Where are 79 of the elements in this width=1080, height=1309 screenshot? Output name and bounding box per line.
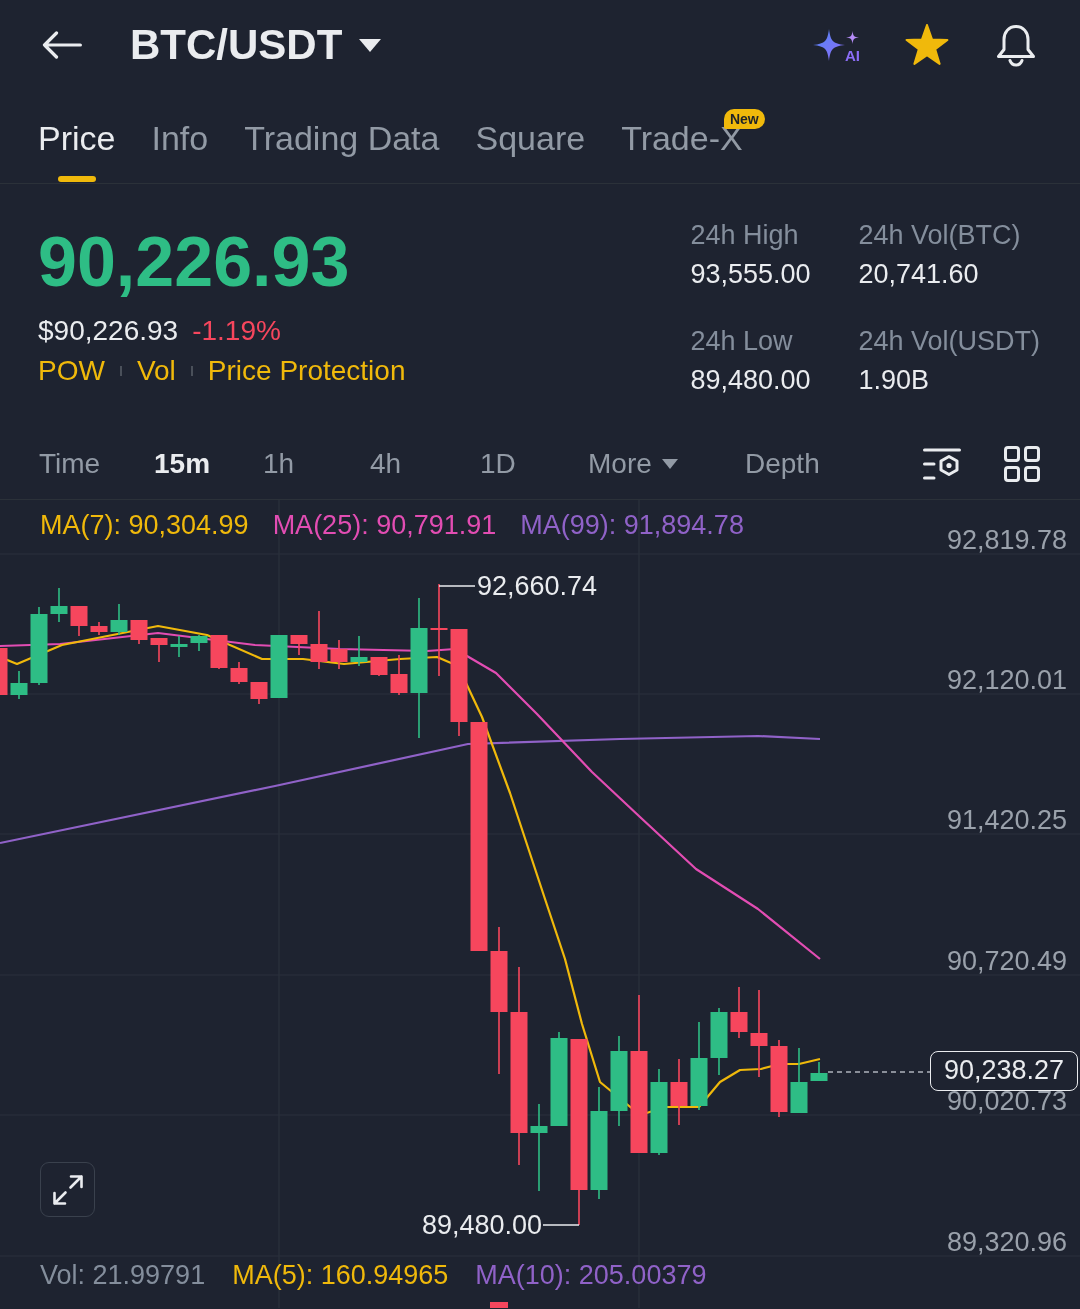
candle xyxy=(810,1061,828,1082)
leader-line xyxy=(438,585,476,587)
tab[interactable]: Info xyxy=(151,90,209,183)
stat-value: 1.90B xyxy=(858,363,929,397)
axis-label: 90,720.49 xyxy=(946,946,1067,976)
high-price-label: 92,660.74 xyxy=(477,571,598,601)
candle xyxy=(90,621,108,636)
candle xyxy=(250,681,268,705)
caret-icon xyxy=(359,38,382,52)
candle xyxy=(150,637,168,663)
interval-tab[interactable]: 1D xyxy=(480,450,516,478)
price-change: -1.19% xyxy=(192,314,281,348)
candle xyxy=(330,639,348,670)
axis-label: 91,420.25 xyxy=(946,805,1067,835)
candle xyxy=(790,1047,808,1114)
candle xyxy=(130,619,148,645)
stat-value: 20,741.60 xyxy=(858,258,979,291)
indicator-settings-icon[interactable] xyxy=(923,447,961,481)
candle xyxy=(310,610,328,670)
star-icon[interactable] xyxy=(905,24,949,66)
indicator-label: MA(25): 90,791.91 xyxy=(272,509,497,541)
candle xyxy=(290,634,308,656)
candle xyxy=(70,605,88,637)
tab[interactable]: Trade-XNew xyxy=(621,90,765,183)
stat-label: 24h High xyxy=(690,219,799,252)
leader-line xyxy=(542,1224,580,1226)
volume-indicator-label: Vol: 21.99791 xyxy=(40,1260,206,1290)
caret-icon xyxy=(661,459,678,469)
tab[interactable]: Price xyxy=(38,90,116,183)
interval-tab[interactable]: Time xyxy=(39,450,101,478)
candle xyxy=(10,670,28,700)
tag-link[interactable]: POW xyxy=(38,354,105,388)
candle xyxy=(210,634,228,670)
interval-tab[interactable]: 4h xyxy=(370,450,402,478)
volume-indicator-label: MA(10): 205.00379 xyxy=(475,1260,707,1290)
axis-label: 89,320.96 xyxy=(946,1227,1067,1257)
candle xyxy=(710,1007,728,1076)
candle xyxy=(730,986,748,1039)
last-price: 90,226.93 xyxy=(38,226,350,298)
indicator-label: MA(99): 91,894.78 xyxy=(520,509,744,541)
volume-bar xyxy=(490,1302,508,1308)
interval-tab[interactable]: 1h xyxy=(263,450,295,478)
expand-icon xyxy=(51,1173,84,1206)
candle xyxy=(670,1058,688,1126)
indicator-label: MA(7): 90,304.99 xyxy=(40,509,249,541)
fullscreen-button[interactable] xyxy=(40,1162,95,1217)
last-price-tag: 90,238.27 xyxy=(930,1051,1078,1091)
pair-selector[interactable]: BTC/USDT xyxy=(130,24,382,66)
back-arrow-icon[interactable] xyxy=(42,31,82,59)
stat-label: 24h Vol(BTC) xyxy=(858,219,1021,252)
candle xyxy=(350,635,368,667)
interval-tab[interactable]: Depth xyxy=(745,450,820,478)
stat-label: 24h Low xyxy=(690,324,793,358)
interval-tab[interactable]: 15m xyxy=(154,450,211,478)
axis-label: 92,819.78 xyxy=(946,525,1067,555)
stat-value: 89,480.00 xyxy=(690,363,811,397)
candle xyxy=(190,634,208,652)
stat-label: 24h Vol(USDT) xyxy=(858,324,1040,358)
more-dropdown[interactable]: More xyxy=(588,450,678,478)
candle xyxy=(170,635,188,658)
tab[interactable]: Trading Data xyxy=(244,90,440,183)
candle xyxy=(270,634,288,699)
candle xyxy=(390,654,408,696)
low-price-label: 89,480.00 xyxy=(421,1210,542,1240)
bell-icon[interactable] xyxy=(994,23,1038,67)
candle xyxy=(110,603,128,636)
volume-indicator-label: MA(5): 160.94965 xyxy=(232,1260,449,1290)
candle xyxy=(0,648,8,695)
candle xyxy=(50,587,68,623)
ai-button[interactable]: AI xyxy=(813,27,860,63)
tag-link[interactable]: Vol xyxy=(136,354,176,388)
stat-value: 93,555.00 xyxy=(690,258,811,291)
axis-label: 92,120.01 xyxy=(946,665,1067,695)
tab[interactable]: Square xyxy=(475,90,586,183)
grid-icon[interactable] xyxy=(1004,446,1040,482)
fiat-price: $90,226.93 xyxy=(38,314,179,348)
candle xyxy=(230,661,248,685)
tag-link[interactable]: Price Protection xyxy=(207,354,406,388)
candle xyxy=(370,656,388,677)
